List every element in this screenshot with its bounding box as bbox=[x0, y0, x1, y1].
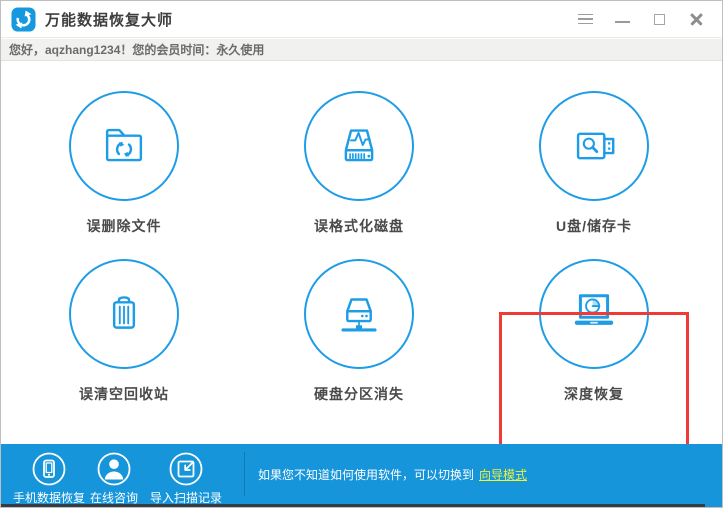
hard-disk-network-icon bbox=[341, 298, 377, 332]
trash-can-icon bbox=[112, 296, 136, 329]
footer-action-phone-recovery[interactable]: 手机数据恢复 bbox=[10, 451, 88, 506]
usb-search-icon bbox=[576, 132, 615, 160]
minimize-icon[interactable] bbox=[614, 11, 630, 27]
footer-hint-text: 如果您不知道如何使用软件，可以切换到 bbox=[258, 467, 475, 482]
minimize-glyph bbox=[614, 20, 630, 24]
footer-bar: 手机数据恢复 在线咨询 导入扫描记录 如果您不知道如何使用软件，可以切换到 向导… bbox=[1, 444, 722, 507]
menu-glyph bbox=[577, 13, 593, 25]
import-icon bbox=[169, 452, 203, 486]
footer-divider bbox=[244, 452, 245, 496]
phone-icon bbox=[32, 452, 66, 486]
close-glyph bbox=[689, 12, 703, 26]
tile-ring bbox=[69, 259, 179, 369]
tile-usb-storage[interactable]: U盘/储存卡 bbox=[494, 91, 694, 236]
tile-ring bbox=[304, 91, 414, 201]
tile-lost-partition[interactable]: 硬盘分区消失 bbox=[259, 259, 459, 404]
person-icon bbox=[97, 452, 131, 486]
tile-label: U盘/储存卡 bbox=[556, 218, 632, 234]
laptop-clock-icon bbox=[574, 294, 614, 325]
tile-label: 误清空回收站 bbox=[79, 386, 169, 402]
recovery-mode-grid: 误删除文件 误格式化磁盘 U盘/储存卡 误清空回收站 硬盘分区消失 深度恢复 bbox=[1, 62, 722, 472]
app-window: 万能数据恢复大师 您好，aqzhang1234！您的会员时间：永久使用 误删除文… bbox=[0, 0, 723, 508]
tile-emptied-recycle[interactable]: 误清空回收站 bbox=[24, 259, 224, 404]
menu-icon[interactable] bbox=[577, 11, 593, 27]
tile-ring bbox=[304, 259, 414, 369]
folder-recycle-icon bbox=[105, 128, 143, 162]
maximize-glyph bbox=[653, 13, 665, 25]
tile-label: 深度恢复 bbox=[564, 386, 624, 402]
welcome-text: 您好，aqzhang1234！您的会员时间：永久使用 bbox=[9, 43, 265, 57]
app-title: 万能数据恢复大师 bbox=[45, 11, 174, 29]
close-icon[interactable] bbox=[688, 11, 704, 27]
bottom-edge-strip bbox=[1, 504, 705, 507]
app-logo-icon bbox=[11, 6, 36, 32]
tile-deep-recovery[interactable]: 深度恢复 bbox=[494, 259, 694, 404]
wizard-mode-link[interactable]: 向导模式 bbox=[479, 466, 527, 483]
tile-formatted-disk[interactable]: 误格式化磁盘 bbox=[259, 91, 459, 236]
welcome-bar: 您好，aqzhang1234！您的会员时间：永久使用 bbox=[1, 39, 722, 61]
window-controls bbox=[577, 11, 712, 27]
footer-action-online-support[interactable]: 在线咨询 bbox=[85, 451, 143, 506]
tile-label: 硬盘分区消失 bbox=[314, 386, 404, 402]
footer-hint: 如果您不知道如何使用软件，可以切换到 向导模式 bbox=[258, 444, 527, 504]
footer-action-import-scan[interactable]: 导入扫描记录 bbox=[144, 451, 228, 506]
tile-label: 误删除文件 bbox=[86, 218, 162, 234]
tile-ring bbox=[69, 91, 179, 201]
tile-ring bbox=[539, 259, 649, 369]
tile-label: 误格式化磁盘 bbox=[314, 218, 404, 234]
maximize-icon[interactable] bbox=[651, 11, 667, 27]
tile-deleted-files[interactable]: 误删除文件 bbox=[24, 91, 224, 236]
formatted-drive-icon bbox=[344, 129, 374, 162]
tile-ring bbox=[539, 91, 649, 201]
title-bar: 万能数据恢复大师 bbox=[1, 1, 722, 38]
